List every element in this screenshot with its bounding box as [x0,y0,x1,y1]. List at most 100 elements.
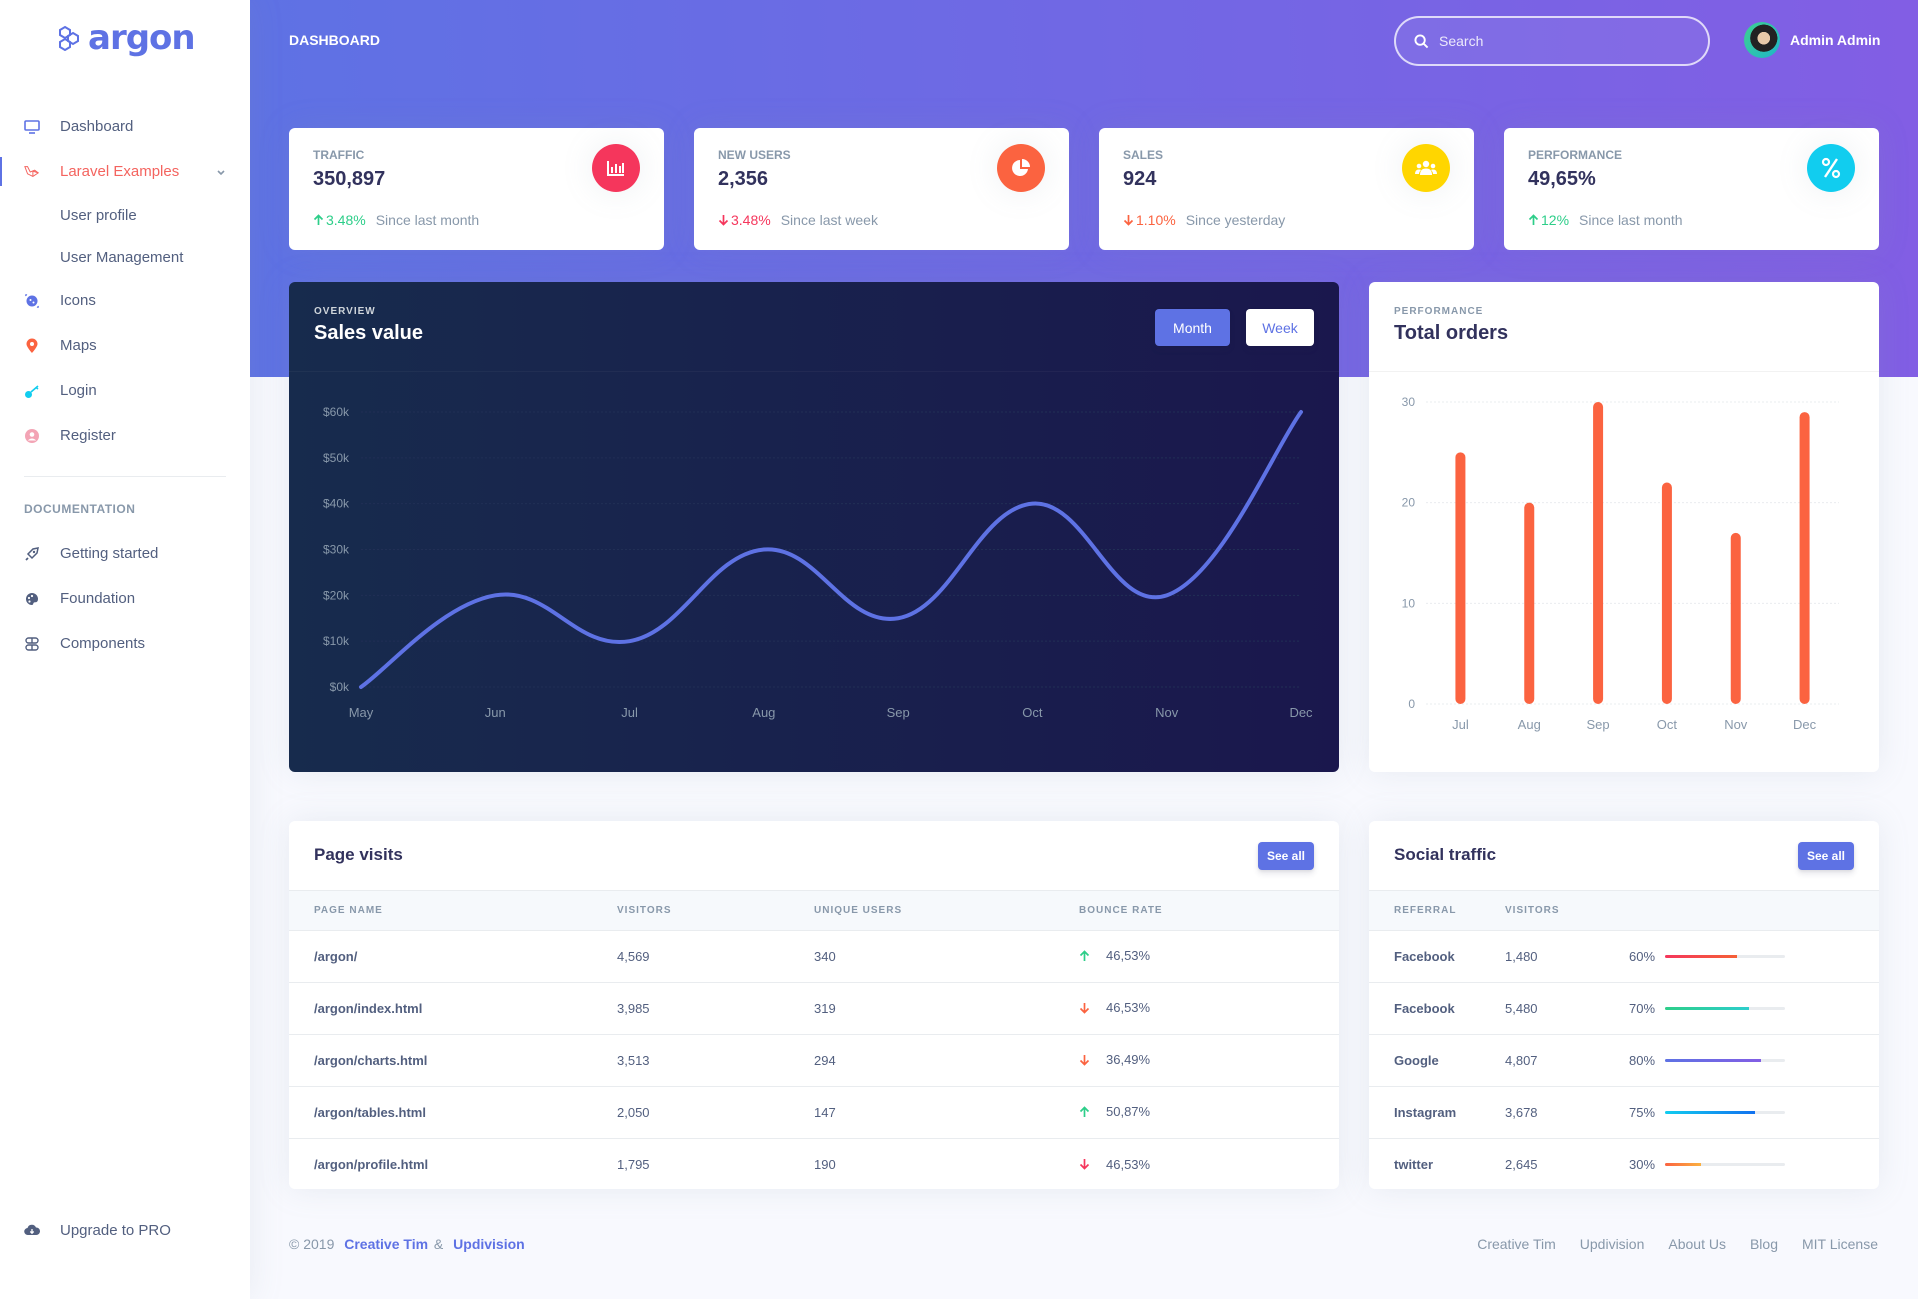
table-row[interactable]: Instagram 3,678 75% [1369,1086,1879,1139]
table-row[interactable]: Facebook 1,480 60% [1369,930,1879,983]
column-header[interactable]: Visitors [617,890,814,931]
progress-fill [1665,1163,1701,1167]
upgrade-to-pro-link[interactable]: Upgrade to PRO [0,1208,250,1252]
stat-footer: 3.48% Since last month [313,212,479,228]
footer-nav-updivision[interactable]: Updivision [1580,1236,1645,1252]
bounce-rate-cell: 50,87% [1079,1086,1339,1139]
table-row[interactable]: /argon/4,569 340 46,53% [289,930,1339,983]
bar[interactable] [1799,412,1810,704]
pin-icon [24,338,40,354]
tab-week[interactable]: Week [1246,309,1314,346]
table-row[interactable]: twitter 2,645 30% [1369,1139,1879,1190]
sidebar: argon Dashboard Laravel Examples User pr… [0,0,250,1299]
footer-nav-about-us[interactable]: About Us [1668,1236,1726,1252]
column-header[interactable]: Unique users [814,890,1079,931]
arrow-up-icon [1079,1106,1090,1118]
table-row[interactable]: Google 4,807 80% [1369,1034,1879,1087]
stat-since: Since last month [375,212,480,228]
sidebar-item-laravel-examples[interactable]: Laravel Examples [0,149,250,194]
bounce-rate: 36,49% [1079,1052,1150,1067]
bar[interactable] [1524,502,1535,704]
footer-nav-creative-tim[interactable]: Creative Tim [1477,1236,1556,1252]
x-tick-label: May [349,705,374,720]
page-title[interactable]: Dashboard [289,32,380,48]
footer-nav-mit-license[interactable]: MIT License [1802,1236,1878,1252]
table-row[interactable]: /argon/charts.html 3,513 294 36,49% [289,1034,1339,1087]
sidebar-item-label: Register [60,427,116,444]
progress-cell: 80% [1629,1034,1879,1087]
sidebar-subitem-user-profile[interactable]: User profile [0,194,250,236]
stat-value: 350,897 [313,168,386,190]
page-name-cell: /argon/tables.html [289,1086,617,1139]
hexagons-icon [59,25,79,51]
x-tick-label: Aug [752,705,775,720]
bar[interactable] [1730,532,1741,704]
progress-cell: 30% [1629,1139,1879,1190]
sidebar-item-dashboard[interactable]: Dashboard [0,104,250,149]
stat-since: Since last month [1579,212,1683,228]
bounce-rate-cell: 46,53% [1079,930,1339,983]
sidebar-divider [24,476,226,477]
column-header [1629,890,1879,931]
progress-wrapper: 30% [1629,1157,1879,1172]
sidebar-item-getting-started[interactable]: Getting started [0,531,250,576]
sidebar-subitem-user-management[interactable]: User Management [0,236,250,278]
sidebar-item-foundation[interactable]: Foundation [0,576,250,621]
progress-percent: 80% [1629,1053,1656,1068]
stat-footer: 12% Since last month [1528,212,1683,228]
stat-change-value: 1.10% [1136,212,1176,228]
y-tick-label: $60k [323,405,350,419]
search-input[interactable] [1439,33,1679,49]
sidebar-heading-documentation: Documentation [24,502,136,516]
visitors-cell: 3,513 [617,1034,814,1087]
brand-logo[interactable]: argon [56,18,196,58]
table-row[interactable]: /argon/profile.html 1,795 190 46,53% [289,1139,1339,1190]
search-box[interactable] [1394,16,1710,66]
y-tick-label: $50k [323,451,350,465]
footer-link-updivision[interactable]: Updivision [453,1236,525,1252]
table-row[interactable]: Facebook 5,480 70% [1369,982,1879,1035]
sidebar-item-maps[interactable]: Maps [0,323,250,368]
x-tick-label: Nov [1155,705,1179,720]
chevron-down-icon[interactable] [216,164,226,181]
progress-percent: 30% [1629,1157,1656,1173]
table-row[interactable]: /argon/tables.html 2,050 147 50,87% [289,1086,1339,1139]
sidebar-item-components[interactable]: Components [0,621,250,666]
see-all-button[interactable]: See all [1257,842,1314,870]
bounce-rate: 46,53% [1079,1157,1150,1172]
stat-title: New users [718,148,791,162]
sidebar-item-icons[interactable]: Icons [0,278,250,323]
tab-month[interactable]: Month [1155,309,1230,346]
see-all-button[interactable]: See all [1797,842,1854,870]
page-visits-card: Page visits See all Page name Visitors U… [289,821,1339,1189]
user-menu[interactable]: Admin Admin [1744,22,1880,58]
table-row[interactable]: /argon/index.html 3,985 319 46,53% [289,982,1339,1035]
sidebar-subitem-label: User profile [60,206,137,224]
stat-value: 2,356 [718,168,769,190]
column-header[interactable]: Visitors [1505,890,1629,931]
bar[interactable] [1455,452,1466,704]
footer-nav-blog[interactable]: Blog [1750,1236,1778,1252]
bar[interactable] [1661,482,1672,704]
footer-copyright: © 2019 Creative Tim & Updivision [289,1236,527,1252]
page-visits-table: Page name Visitors Unique users Bounce r… [289,890,1339,1189]
components-icon [24,636,40,652]
column-header[interactable]: Bounce rate [1079,890,1339,931]
column-header[interactable]: Page name [289,890,617,931]
sidebar-item-label: Login [60,382,97,399]
stat-value: 49,65% [1528,168,1596,190]
progress-bar [1665,1163,1785,1167]
sidebar-item-login[interactable]: Login [0,368,250,413]
footer-link-creative-tim[interactable]: Creative Tim [344,1236,428,1252]
sidebar-item-label: Getting started [60,545,159,562]
sidebar-item-register[interactable]: Register [0,413,250,458]
bounce-rate-value: 46,53% [1106,1000,1151,1016]
visitors-cell: 2,050 [617,1086,814,1139]
referral-cell: twitter [1394,1157,1433,1173]
bar[interactable] [1593,402,1604,704]
planet-icon [24,293,40,309]
stat-since: Since yesterday [1185,212,1286,228]
column-header[interactable]: Referral [1369,890,1505,931]
progress-cell: 70% [1629,982,1879,1035]
visitors-cell: 3,985 [617,982,814,1035]
